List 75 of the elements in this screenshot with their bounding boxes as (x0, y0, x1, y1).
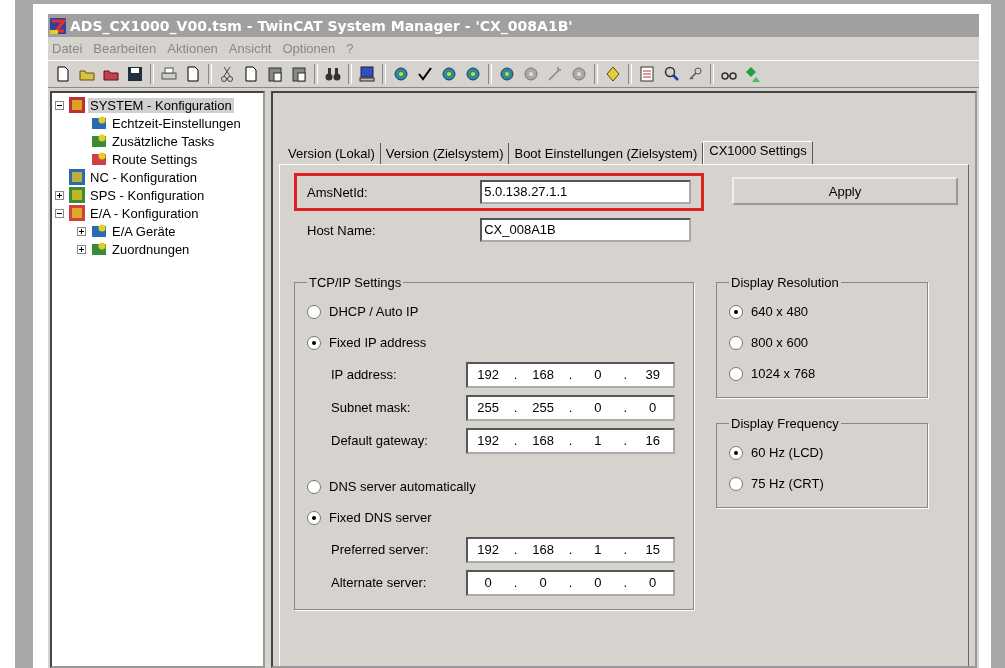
module-icon (91, 241, 107, 257)
apply-button[interactable]: Apply (732, 177, 958, 205)
radio-button[interactable] (729, 476, 743, 491)
field-label: Alternate server: (331, 575, 428, 590)
expander-icon[interactable] (77, 226, 88, 236)
tree-item[interactable]: Route Settings (110, 151, 200, 167)
tree-item[interactable]: NC - Konfiguration (88, 169, 199, 185)
group-title: Display Frequency (730, 416, 840, 431)
radio-label: Fixed DNS server (329, 510, 432, 525)
paste-icon[interactable] (290, 65, 308, 83)
ip-address-field[interactable]: 192 . 168 . 1 . 15 (466, 536, 675, 563)
save-icon[interactable] (126, 65, 144, 83)
field-label: AmsNetId: (307, 184, 369, 200)
module-icon (69, 187, 85, 203)
tab[interactable]: Version (Zielsystem) (380, 143, 510, 164)
ip-address-field[interactable]: 0 . 0 . 0 . 0 (466, 569, 675, 596)
radio-label: 75 Hz (CRT) (751, 476, 824, 491)
app-icon (50, 17, 66, 34)
radio-label: DNS server automatically (329, 479, 476, 494)
ip-address-field[interactable]: 255 . 255 . 0 . 0 (466, 394, 675, 421)
expander-icon[interactable] (55, 100, 66, 110)
expander-icon[interactable] (55, 190, 66, 200)
module-icon (91, 223, 107, 239)
field-label: IP address: (331, 367, 398, 382)
ip-address-field[interactable]: 192 . 168 . 1 . 16 (466, 427, 675, 454)
tree-item[interactable]: E/A - Konfiguration (88, 205, 201, 221)
group-title: Display Resolution (730, 275, 840, 290)
radio-label: Fixed IP address (329, 335, 427, 350)
radio-button[interactable] (307, 304, 321, 319)
expander-icon[interactable] (77, 244, 88, 254)
module-icon (69, 205, 85, 221)
tree-item[interactable]: SYSTEM - Konfiguration (88, 97, 234, 113)
radio-label: DHCP / Auto IP (329, 304, 419, 319)
radio-button[interactable] (729, 366, 743, 381)
field-label: Subnet mask: (331, 400, 412, 415)
field-label: Default gateway: (331, 433, 429, 448)
magnifier-icon[interactable] (662, 65, 680, 83)
computer-icon[interactable] (358, 65, 376, 83)
module-icon (69, 97, 85, 113)
radio-label: 800 x 600 (751, 335, 809, 350)
radio-button[interactable] (729, 445, 743, 460)
module-icon (91, 151, 107, 167)
radio-label: 60 Hz (LCD) (751, 445, 824, 460)
radio-button[interactable] (307, 510, 321, 525)
tree-item[interactable]: E/A Geräte (110, 223, 178, 239)
paste-icon[interactable] (266, 65, 284, 83)
field-label: Host Name: (307, 222, 377, 238)
input-field[interactable]: 5.0.138.27.1.1 (480, 180, 691, 204)
binoculars-icon[interactable] (324, 65, 342, 83)
field-label: Preferred server: (331, 542, 430, 557)
tab[interactable]: CX1000 Settings (703, 141, 813, 164)
tree-item[interactable]: SPS - Konfiguration (88, 187, 207, 203)
radio-button[interactable] (729, 304, 743, 319)
check-icon[interactable] (416, 65, 434, 83)
window-title: ADS_CX1000_V00.tsm - TwinCAT System Manager - 'CX_008A1B' (70, 17, 573, 34)
tree-item[interactable]: Zusätzliche Tasks (110, 133, 217, 149)
input-field[interactable]: CX_008A1B (480, 218, 691, 242)
radio-button[interactable] (307, 479, 321, 494)
radio-label: 640 x 480 (751, 304, 809, 319)
print-icon[interactable] (160, 65, 178, 83)
radio-label: 1024 x 768 (751, 366, 816, 381)
radio-button[interactable] (307, 335, 321, 350)
ip-address-field[interactable]: 192 . 168 . 0 . 39 (466, 361, 675, 388)
module-icon (91, 133, 107, 149)
cut-icon[interactable] (218, 65, 236, 83)
list-icon[interactable] (638, 65, 656, 83)
tree-item[interactable]: Zuordnungen (110, 241, 192, 257)
module-icon (69, 169, 85, 185)
group-title: TCP/IP Settings (308, 275, 403, 290)
radio-button[interactable] (729, 335, 743, 350)
module-icon (91, 115, 107, 131)
tab[interactable]: Version (Lokal) (283, 143, 381, 164)
tree-item[interactable]: Echtzeit-Einstellungen (110, 115, 243, 131)
expander-icon[interactable] (55, 208, 66, 218)
new-document-icon[interactable] (54, 65, 72, 83)
